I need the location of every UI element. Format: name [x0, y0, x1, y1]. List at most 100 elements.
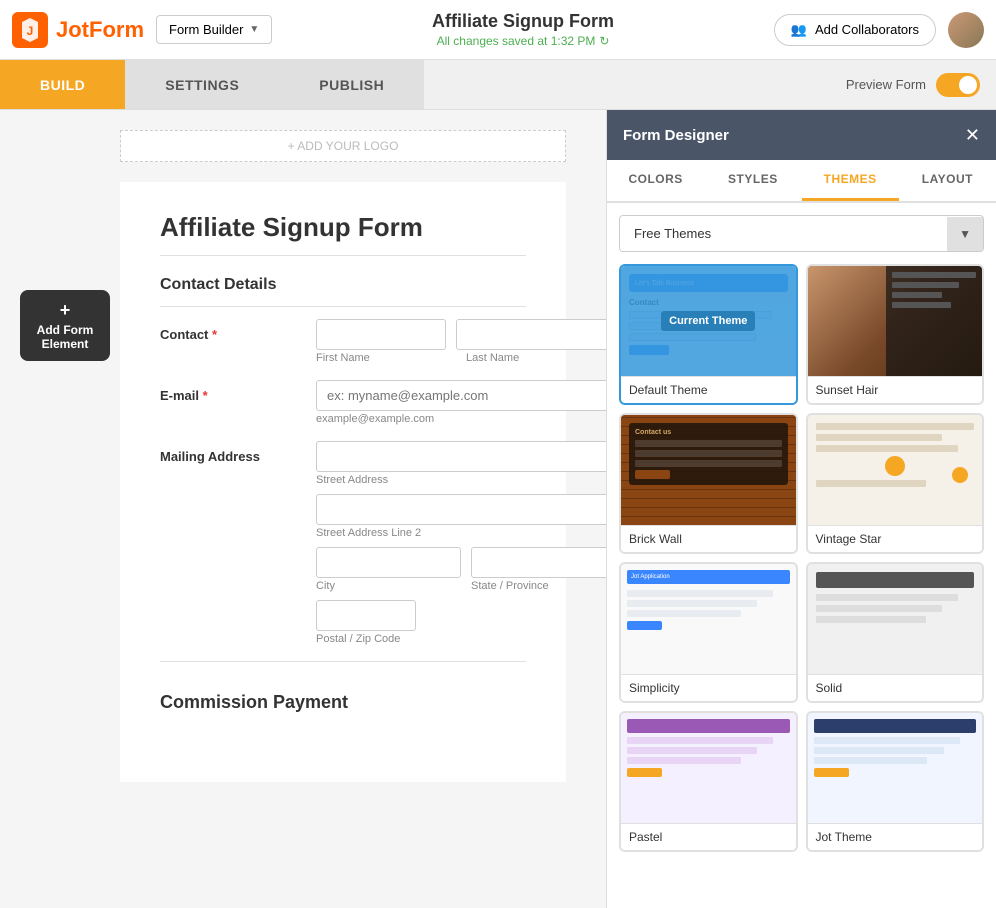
theme-preview-jot: [808, 713, 983, 823]
last-name-sublabel: Last Name: [466, 352, 596, 364]
tab-themes[interactable]: THEMES: [802, 160, 899, 201]
panel-header: Form Designer ✕: [607, 110, 996, 160]
last-name-input[interactable]: [456, 319, 606, 350]
form-divider-1: [160, 255, 526, 256]
tab-settings-label: SETTINGS: [165, 77, 239, 93]
theme-preview-solid: [808, 564, 983, 674]
email-label: E-mail *: [160, 380, 300, 403]
address-inputs: Street Address Street Address Line 2 Cit…: [316, 441, 606, 645]
theme-card-simplicity[interactable]: Jot Application Simplicity: [619, 562, 798, 703]
themes-filter-arrow-icon[interactable]: ▼: [947, 217, 983, 251]
refresh-icon: ↻: [599, 34, 609, 48]
avatar-image: [948, 12, 984, 48]
theme-preview-sunset: [808, 266, 983, 376]
logo-area: J JotForm: [12, 12, 144, 48]
theme-name-simplicity: Simplicity: [621, 674, 796, 701]
theme-preview-vintage: [808, 415, 983, 525]
preview-form-label: Preview Form: [846, 77, 926, 92]
email-required-indicator: *: [203, 388, 208, 403]
email-input[interactable]: [316, 380, 606, 411]
form-builder-button[interactable]: Form Builder ▼: [156, 15, 272, 44]
tab-build-label: BUILD: [40, 77, 85, 93]
state-input[interactable]: [471, 547, 606, 578]
save-status: All changes saved at 1:32 PM ↻: [272, 34, 773, 48]
tab-build[interactable]: BUILD: [0, 60, 125, 109]
nav-right: 👥 Add Collaborators: [774, 12, 984, 48]
form-builder-label: Form Builder: [169, 22, 243, 37]
zip-field: Postal / Zip Code: [316, 600, 606, 645]
designer-panel: Form Designer ✕ COLORS STYLES THEMES LAY…: [606, 110, 996, 908]
tab-publish-label: PUBLISH: [319, 77, 384, 93]
theme-name-default: Default Theme: [621, 376, 796, 403]
theme-card-sunset-hair[interactable]: Sunset Hair: [806, 264, 985, 405]
theme-card-jot-theme[interactable]: Jot Theme: [806, 711, 985, 852]
form-main-title: Affiliate Signup Form: [160, 212, 526, 243]
first-name-input[interactable]: [316, 319, 446, 350]
email-sublabel: example@example.com: [316, 413, 606, 425]
state-sublabel: State / Province: [471, 580, 606, 592]
tab-layout-label: LAYOUT: [922, 172, 973, 186]
toggle-knob: [959, 76, 977, 94]
add-element-label: Add Form Element: [37, 323, 94, 351]
people-icon: 👥: [791, 22, 807, 38]
contact-label: Contact *: [160, 319, 300, 342]
tab-styles-label: STYLES: [728, 172, 778, 186]
current-theme-label: Current Theme: [661, 311, 755, 331]
tab-colors[interactable]: COLORS: [607, 160, 704, 201]
avatar: [948, 12, 984, 48]
street2-sublabel: Street Address Line 2: [316, 527, 606, 539]
svg-text:J: J: [27, 24, 34, 38]
theme-name-jot-theme: Jot Theme: [808, 823, 983, 850]
themes-grid: Let's Talk Business Contact Current Them…: [619, 264, 984, 852]
preview-area: Preview Form: [846, 73, 996, 97]
add-collaborators-button[interactable]: 👥 Add Collaborators: [774, 14, 936, 46]
address-label: Mailing Address: [160, 441, 300, 464]
tab-settings[interactable]: SETTINGS: [125, 60, 279, 109]
theme-preview-simplicity: Jot Application: [621, 564, 796, 674]
street-address-input[interactable]: [316, 441, 606, 472]
logo-text: JotForm: [56, 17, 144, 43]
subnav: BUILD SETTINGS PUBLISH Preview Form: [0, 60, 996, 110]
city-field: City: [316, 547, 461, 592]
theme-card-pastel[interactable]: Pastel: [619, 711, 798, 852]
tab-publish[interactable]: PUBLISH: [279, 60, 424, 109]
tab-layout[interactable]: LAYOUT: [899, 160, 996, 201]
add-form-element-button[interactable]: + Add Form Element: [20, 290, 110, 361]
theme-card-default[interactable]: Let's Talk Business Contact Current Them…: [619, 264, 798, 405]
city-input[interactable]: [316, 547, 461, 578]
street-sublabel: Street Address: [316, 474, 606, 486]
navbar: J JotForm Form Builder ▼ Affiliate Signu…: [0, 0, 996, 60]
theme-preview-default: Let's Talk Business Contact Current Them…: [621, 266, 796, 376]
commission-section-title: Commission Payment: [160, 692, 526, 713]
form-area: + Add Form Element + ADD YOUR LOGO Affil…: [0, 110, 606, 908]
themes-filter[interactable]: Free Themes ▼: [619, 215, 984, 252]
jotform-logo-icon: J: [12, 12, 48, 48]
theme-card-vintage-star[interactable]: Vintage Star: [806, 413, 985, 554]
plus-icon: +: [34, 300, 96, 321]
panel-content: Free Themes ▼ Let's Talk Business Contac…: [607, 203, 996, 908]
required-indicator: *: [212, 327, 217, 342]
street2-address-input[interactable]: [316, 494, 606, 525]
city-state-row: City State / Province: [316, 547, 606, 592]
main-layout: + Add Form Element + ADD YOUR LOGO Affil…: [0, 110, 996, 908]
form-card: Affiliate Signup Form Contact Details Co…: [120, 182, 566, 782]
tab-styles[interactable]: STYLES: [704, 160, 801, 201]
email-field-row: E-mail * example@example.com: [160, 380, 526, 425]
logo-bar: + ADD YOUR LOGO: [120, 130, 566, 162]
panel-title: Form Designer: [623, 127, 729, 144]
contact-inputs: First Name Last Name: [316, 319, 606, 364]
add-collaborators-label: Add Collaborators: [815, 22, 919, 37]
theme-name-brick-wall: Brick Wall: [621, 525, 796, 552]
first-name-sublabel: First Name: [316, 352, 446, 364]
theme-card-brick-wall[interactable]: Contact us Brick Wall: [619, 413, 798, 554]
tab-colors-label: COLORS: [628, 172, 682, 186]
name-sublabels: First Name Last Name: [316, 350, 606, 364]
contact-field-row: Contact * First Name Last Name: [160, 319, 526, 364]
address-field-row: Mailing Address Street Address Street Ad…: [160, 441, 526, 645]
form-divider-3: [160, 661, 526, 662]
zip-input[interactable]: [316, 600, 416, 631]
panel-close-button[interactable]: ✕: [965, 125, 980, 146]
preview-toggle[interactable]: [936, 73, 980, 97]
theme-card-solid[interactable]: Solid: [806, 562, 985, 703]
theme-preview-brick: Contact us: [621, 415, 796, 525]
